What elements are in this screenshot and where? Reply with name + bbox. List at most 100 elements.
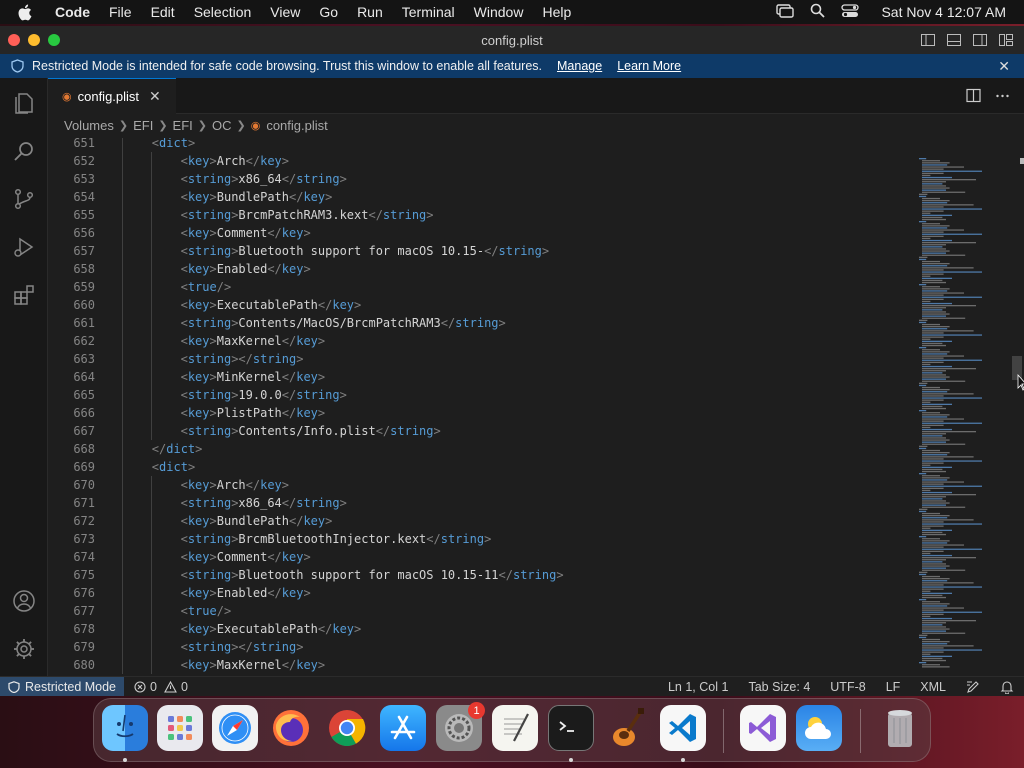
breadcrumb-efi[interactable]: EFI: [133, 118, 153, 133]
tab-config-plist[interactable]: ◉ config.plist ✕: [48, 78, 176, 114]
cursor-position[interactable]: Ln 1, Col 1: [668, 680, 728, 694]
search-icon[interactable]: [11, 138, 37, 164]
control-center-icon[interactable]: [841, 3, 860, 21]
menu-run[interactable]: Run: [357, 4, 383, 20]
explorer-icon[interactable]: [11, 90, 37, 116]
minimap-line: [922, 580, 948, 582]
minimap-line: [922, 456, 974, 458]
gear-icon[interactable]: [11, 636, 37, 662]
code-text: <string>BrcmBluetoothInjector.kext</stri…: [181, 530, 492, 548]
indent-guide: [122, 386, 123, 404]
system-settings-icon[interactable]: 1: [436, 702, 485, 751]
code-token: </: [151, 442, 167, 456]
terminal-icon[interactable]: [548, 705, 594, 751]
problems-indicator[interactable]: 0 0: [134, 680, 188, 694]
garageband-icon[interactable]: [604, 705, 650, 751]
minimap-line: [922, 172, 944, 174]
accounts-icon[interactable]: [11, 588, 37, 614]
trash-icon[interactable]: [877, 705, 923, 751]
customize-layout-icon[interactable]: [998, 32, 1014, 48]
run-debug-icon[interactable]: [11, 234, 37, 260]
minimap-line: [922, 302, 952, 305]
minimap-line: [922, 254, 966, 256]
breadcrumb-oc[interactable]: OC: [212, 118, 232, 133]
split-editor-icon[interactable]: [966, 88, 981, 108]
visual-studio-icon[interactable]: [740, 705, 786, 751]
minimize-window-button[interactable]: [28, 34, 40, 46]
close-tab-icon[interactable]: ✕: [149, 88, 161, 105]
menu-app-name[interactable]: Code: [55, 4, 90, 20]
tab-label: config.plist: [77, 89, 140, 104]
app-store-icon[interactable]: [380, 705, 426, 751]
indent-guide: [150, 386, 152, 404]
close-icon[interactable]: ✕: [998, 58, 1010, 75]
menu-go[interactable]: Go: [319, 4, 338, 20]
toggle-primary-sidebar-icon[interactable]: [920, 32, 936, 48]
firefox-icon[interactable]: [268, 705, 314, 751]
macos-menu-bar: Code File Edit Selection View Go Run Ter…: [0, 0, 1024, 24]
breadcrumb-efi-2[interactable]: EFI: [173, 118, 193, 133]
minimap-line: [922, 592, 952, 594]
minimap-line: [919, 508, 928, 510]
spotlight-search-icon[interactable]: [810, 3, 826, 21]
close-window-button[interactable]: [8, 34, 20, 46]
code-editor[interactable]: 651 <dict> 652 <key>Arch</key> 653 <string>x8…: [48, 138, 1024, 676]
launchpad-icon[interactable]: [157, 705, 203, 751]
minimap-line: [922, 231, 944, 233]
code-token: key: [187, 514, 210, 528]
vscode-icon[interactable]: [660, 705, 706, 751]
menu-selection[interactable]: Selection: [194, 4, 252, 20]
code-token: >: [303, 550, 311, 564]
vertical-scrollbar[interactable]: [1010, 138, 1024, 676]
weather-icon[interactable]: [796, 705, 842, 751]
notifications-bell-icon[interactable]: [1000, 680, 1014, 694]
menu-edit[interactable]: Edit: [151, 4, 175, 20]
screen-mirroring-icon[interactable]: [776, 3, 795, 21]
menu-help[interactable]: Help: [542, 4, 571, 20]
more-actions-icon[interactable]: [995, 88, 1010, 108]
minimap-line: [922, 216, 943, 219]
code-token: key: [281, 550, 304, 564]
manage-link[interactable]: Manage: [557, 59, 602, 73]
end-of-line[interactable]: LF: [886, 680, 901, 694]
minimap-line: [919, 221, 927, 223]
safari-icon[interactable]: [212, 705, 258, 751]
source-control-icon[interactable]: [11, 186, 37, 212]
menu-window[interactable]: Window: [474, 4, 524, 20]
language-mode[interactable]: XML: [920, 680, 946, 694]
toggle-secondary-sidebar-icon[interactable]: [972, 32, 988, 48]
tab-size[interactable]: Tab Size: 4: [748, 680, 810, 694]
apple-menu-icon[interactable]: [17, 4, 39, 21]
menu-terminal[interactable]: Terminal: [402, 4, 455, 20]
code-line: 657 <string>Bluetooth support for macOS 1…: [48, 242, 908, 260]
minimap-line: [922, 244, 946, 246]
zoom-window-button[interactable]: [48, 34, 60, 46]
code-token: key: [187, 298, 210, 312]
toggle-panel-icon[interactable]: [946, 32, 962, 48]
chrome-icon[interactable]: [324, 705, 370, 751]
feedback-icon[interactable]: [966, 680, 980, 694]
restricted-mode-indicator[interactable]: Restricted Mode: [0, 676, 125, 696]
menu-view[interactable]: View: [270, 4, 300, 20]
indent-guide: [150, 476, 152, 494]
minimap-line: [922, 655, 952, 657]
breadcrumb-file[interactable]: config.plist: [266, 118, 327, 133]
code-token: <: [180, 550, 188, 564]
line-number: 663: [73, 352, 95, 366]
breadcrumb-volumes[interactable]: Volumes: [64, 118, 114, 133]
textedit-icon[interactable]: [492, 705, 538, 751]
minimap-line: [922, 452, 950, 454]
menu-clock[interactable]: Sat Nov 4 12:07 AM: [881, 4, 1006, 20]
extensions-icon[interactable]: [11, 282, 37, 308]
minimap-line: [922, 164, 948, 166]
file-encoding[interactable]: UTF-8: [830, 680, 865, 694]
code-token: string: [455, 316, 499, 330]
minimap-line: [922, 349, 940, 351]
learn-more-link[interactable]: Learn More: [617, 59, 681, 73]
finder-icon[interactable]: [102, 705, 148, 751]
minimap-line: [922, 229, 964, 231]
minimap[interactable]: [908, 138, 1008, 676]
minimap-line: [922, 620, 976, 622]
minimap-line: [919, 573, 927, 576]
menu-file[interactable]: File: [109, 4, 132, 20]
